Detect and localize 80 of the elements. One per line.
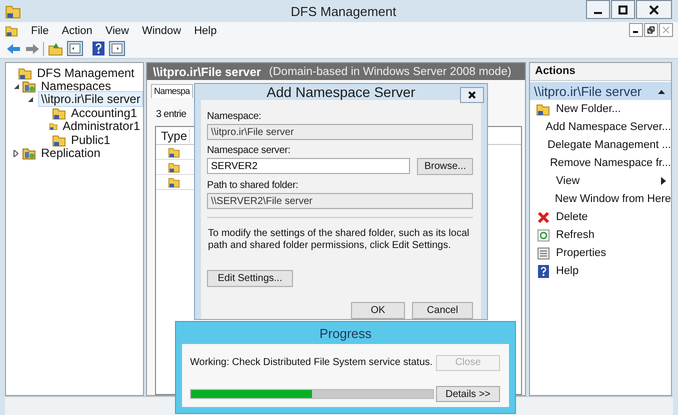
field-label: Path to shared folder:: [207, 180, 300, 191]
collapse-arrow-icon[interactable]: [27, 96, 34, 103]
close-icon: [468, 91, 476, 99]
edit-settings-button[interactable]: Edit Settings...: [207, 270, 293, 287]
restore-button[interactable]: [644, 23, 658, 37]
expand-arrow-icon[interactable]: [12, 150, 20, 157]
tree-item[interactable]: Replication: [38, 145, 104, 162]
submenu-arrow-icon: [661, 177, 666, 185]
text-field[interactable]: SERVER2: [207, 158, 410, 174]
task-link[interactable]: New Window from Here: [554, 193, 671, 205]
field-label: Namespace server:: [207, 145, 292, 156]
menu-item[interactable]: Action: [62, 24, 92, 36]
task-link[interactable]: Remove Namespace fr...: [550, 157, 671, 169]
browse-button[interactable]: Browse...: [417, 158, 473, 175]
dialog-button[interactable]: Cancel: [412, 302, 473, 319]
restore-icon: [647, 26, 655, 34]
menu-item[interactable]: Help: [194, 24, 217, 36]
maximize-button[interactable]: [611, 0, 635, 19]
dialog-button[interactable]: Details >>: [436, 386, 500, 402]
show-tree-icon[interactable]: [67, 41, 83, 56]
field-label: Namespace:: [207, 111, 262, 122]
help-icon[interactable]: [92, 41, 105, 56]
minimize-button[interactable]: [629, 23, 643, 37]
tree-item[interactable]: \\itpro.ir\File server: [38, 91, 144, 108]
forward-arrow-icon[interactable]: [25, 42, 39, 54]
close-button[interactable]: [460, 87, 484, 103]
server-folder-icon: [22, 79, 36, 94]
server-folder-icon: [22, 146, 36, 160]
close-icon: [649, 4, 659, 14]
folders-icon: [18, 66, 32, 80]
text-field[interactable]: \\itpro.ir\File server: [207, 124, 473, 140]
status-text: Working: Check Distributed File System service status.: [190, 357, 434, 368]
console-icon: [5, 24, 18, 37]
header-subtitle: (Domain-based in Windows Server 2008 mode): [269, 66, 512, 78]
task-link[interactable]: Delegate Management ...: [547, 139, 671, 151]
column-header[interactable]: Type: [156, 128, 190, 142]
show-actions-icon[interactable]: [109, 41, 125, 56]
folder-icon: [536, 102, 550, 116]
menu-item[interactable]: File: [31, 24, 49, 36]
tab[interactable]: Namespa: [151, 84, 193, 98]
task-link[interactable]: View: [556, 175, 580, 187]
close-icon: [662, 26, 670, 34]
task-link[interactable]: Add Namespace Server...: [546, 121, 671, 133]
tree-item[interactable]: Administrator1: [60, 118, 143, 134]
collapse-arrow-icon[interactable]: [12, 82, 20, 90]
maximize-icon: [618, 4, 628, 14]
task-link[interactable]: Help: [556, 265, 579, 277]
refresh-icon: [536, 228, 550, 242]
task-link[interactable]: Refresh: [556, 229, 595, 241]
tree-item[interactable]: DFS Management: [34, 64, 138, 81]
info-text: To modify the settings of the shared folder, such as its local path and shared folder permissions, click Edit Settings.: [207, 227, 470, 252]
minimize-icon: [594, 12, 602, 14]
section-header[interactable]: \\itpro.ir\File server: [530, 82, 671, 100]
minimize-button[interactable]: [586, 0, 610, 19]
up-folder-icon[interactable]: [48, 42, 63, 56]
text-field[interactable]: \\SERVER2\File server: [207, 193, 473, 209]
menu-item[interactable]: View: [105, 24, 129, 36]
close-button[interactable]: [636, 0, 672, 19]
actions-header: Actions: [530, 63, 671, 81]
back-arrow-icon[interactable]: [7, 42, 21, 54]
window-title: DFS Management: [290, 4, 396, 18]
task-link[interactable]: Delete: [556, 211, 588, 223]
app-icon: [5, 3, 21, 19]
tree-item[interactable]: Public1: [68, 132, 114, 148]
dialog-button[interactable]: OK: [351, 302, 405, 319]
header-title: \\itpro.ir\File server: [153, 64, 262, 78]
delete-icon: [536, 210, 550, 224]
dialog-title: Add Namespace Server: [266, 84, 416, 100]
task-link[interactable]: New Folder...: [556, 103, 621, 115]
dialog-title: Progress: [319, 326, 372, 340]
properties-icon: [536, 246, 550, 260]
caret-icon[interactable]: [658, 88, 665, 94]
folder-icon: [168, 176, 180, 188]
folder-icon: [168, 161, 180, 173]
task-link[interactable]: Properties: [556, 247, 606, 259]
menu-item[interactable]: Window: [142, 24, 182, 36]
entry-count: 3 entrie: [156, 109, 186, 120]
folder-icon: [168, 146, 180, 158]
tree-item[interactable]: Accounting1: [68, 104, 140, 121]
help-icon: [536, 264, 550, 278]
